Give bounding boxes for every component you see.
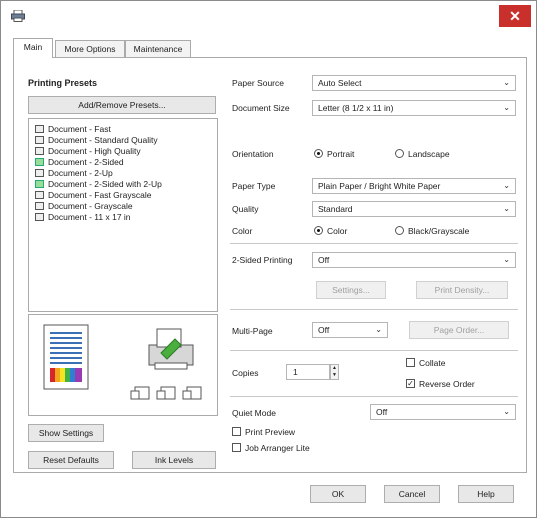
list-item[interactable]: Document - Grayscale — [35, 201, 133, 212]
list-item[interactable]: Document - 11 x 17 in — [35, 212, 131, 223]
print-density-button[interactable]: Print Density... — [416, 281, 508, 299]
copies-label: Copies — [232, 368, 259, 378]
divider — [230, 309, 518, 310]
landscape-label: Landscape — [408, 149, 450, 159]
printer-icon — [11, 10, 25, 22]
copies-stepper[interactable]: ▲ ▼ — [330, 364, 339, 380]
quiet-mode-label: Quiet Mode — [232, 408, 276, 418]
ink-levels-button[interactable]: Ink Levels — [132, 451, 216, 469]
divider — [230, 243, 518, 244]
reset-defaults-button[interactable]: Reset Defaults — [28, 451, 114, 469]
print-preview-label: Print Preview — [245, 427, 296, 437]
job-arranger-lite-label: Job Arranger Lite — [245, 443, 310, 453]
document-icon — [35, 125, 44, 133]
paper-type-select[interactable]: Plain Paper / Bright White Paper ⌄ — [312, 178, 516, 194]
paper-source-label: Paper Source — [232, 78, 284, 88]
list-item[interactable]: Document - 2-Up — [35, 168, 113, 179]
tab-more-options[interactable]: More Options — [55, 40, 125, 57]
main-tab-panel: Printing Presets Add/Remove Presets... D… — [13, 57, 527, 473]
printing-presets-heading: Printing Presets — [28, 78, 98, 88]
document-icon — [35, 147, 44, 155]
two-sided-icon — [35, 180, 44, 188]
chevron-down-icon: ⌄ — [503, 181, 510, 190]
chevron-down-icon: ⌄ — [503, 103, 510, 112]
collate-checkbox[interactable] — [406, 358, 415, 367]
printer-orientation-icon — [148, 328, 194, 370]
chevron-down-icon: ⌄ — [503, 407, 510, 416]
color-option-label: Color — [327, 226, 348, 236]
portrait-label: Portrait — [327, 149, 355, 159]
page-order-button[interactable]: Page Order... — [409, 321, 509, 339]
chevron-down-icon: ⌄ — [503, 78, 510, 87]
tab-main[interactable]: Main — [13, 38, 53, 58]
document-size-label: Document Size — [232, 103, 290, 113]
print-preview-checkbox[interactable] — [232, 427, 241, 436]
quiet-mode-select[interactable]: Off ⌄ — [370, 404, 516, 420]
presets-list[interactable]: Document - Fast Document - Standard Qual… — [28, 118, 218, 312]
divider — [230, 396, 518, 397]
reverse-order-label: Reverse Order — [419, 379, 475, 389]
landscape-radio[interactable] — [395, 149, 404, 158]
help-button[interactable]: Help — [458, 485, 514, 503]
color-radio[interactable] — [314, 226, 323, 235]
collate-label: Collate — [419, 358, 446, 368]
chevron-down-icon: ⌄ — [375, 325, 382, 334]
two-sided-printing-label: 2-Sided Printing — [232, 255, 293, 265]
black-grayscale-radio[interactable] — [395, 226, 404, 235]
chevron-down-icon: ⌄ — [503, 204, 510, 213]
reverse-order-checkbox[interactable]: ✓ — [406, 379, 415, 388]
ok-button[interactable]: OK — [310, 485, 366, 503]
multi-page-label: Multi-Page — [232, 326, 273, 336]
quality-select[interactable]: Standard ⌄ — [312, 201, 516, 217]
paper-source-select[interactable]: Auto Select ⌄ — [312, 75, 516, 91]
cancel-button[interactable]: Cancel — [384, 485, 440, 503]
document-icon — [35, 202, 44, 210]
quality-label: Quality — [232, 204, 259, 214]
orientation-label: Orientation — [232, 149, 274, 159]
document-icon — [35, 191, 44, 199]
print-preview-area — [28, 314, 218, 416]
paper-type-label: Paper Type — [232, 181, 276, 191]
title-bar: ✕ — [1, 1, 536, 32]
divider — [230, 350, 518, 351]
two-sided-settings-button[interactable]: Settings... — [316, 281, 386, 299]
list-item[interactable]: Document - 2-Sided with 2-Up — [35, 179, 162, 190]
show-settings-button[interactable]: Show Settings — [28, 424, 104, 442]
list-item[interactable]: Document - 2-Sided — [35, 157, 124, 168]
two-up-icon — [35, 169, 44, 177]
add-remove-presets-button[interactable]: Add/Remove Presets... — [28, 96, 216, 114]
document-icon — [35, 136, 44, 144]
close-icon: ✕ — [509, 8, 521, 24]
copies-input[interactable]: 1 — [286, 364, 330, 380]
print-dialog-window: ✕ Main More Options Maintenance Printing… — [0, 0, 537, 518]
multi-page-select[interactable]: Off ⌄ — [312, 322, 388, 338]
portrait-radio[interactable] — [314, 149, 323, 158]
black-grayscale-label: Black/Grayscale — [408, 226, 470, 236]
job-arranger-lite-checkbox[interactable] — [232, 443, 241, 452]
document-size-select[interactable]: Letter (8 1/2 x 11 in) ⌄ — [312, 100, 516, 116]
tab-maintenance[interactable]: Maintenance — [125, 40, 191, 57]
list-item[interactable]: Document - High Quality — [35, 146, 141, 157]
list-item[interactable]: Document - Fast Grayscale — [35, 190, 151, 201]
multi-page-order-icon — [130, 386, 202, 400]
chevron-down-icon: ⌄ — [503, 255, 510, 264]
close-button[interactable]: ✕ — [499, 5, 531, 27]
list-item[interactable]: Document - Standard Quality — [35, 135, 158, 146]
two-sided-icon — [35, 158, 44, 166]
list-item[interactable]: Document - Fast — [35, 124, 111, 135]
document-icon — [35, 213, 44, 221]
two-sided-printing-select[interactable]: Off ⌄ — [312, 252, 516, 268]
color-label: Color — [232, 226, 253, 236]
